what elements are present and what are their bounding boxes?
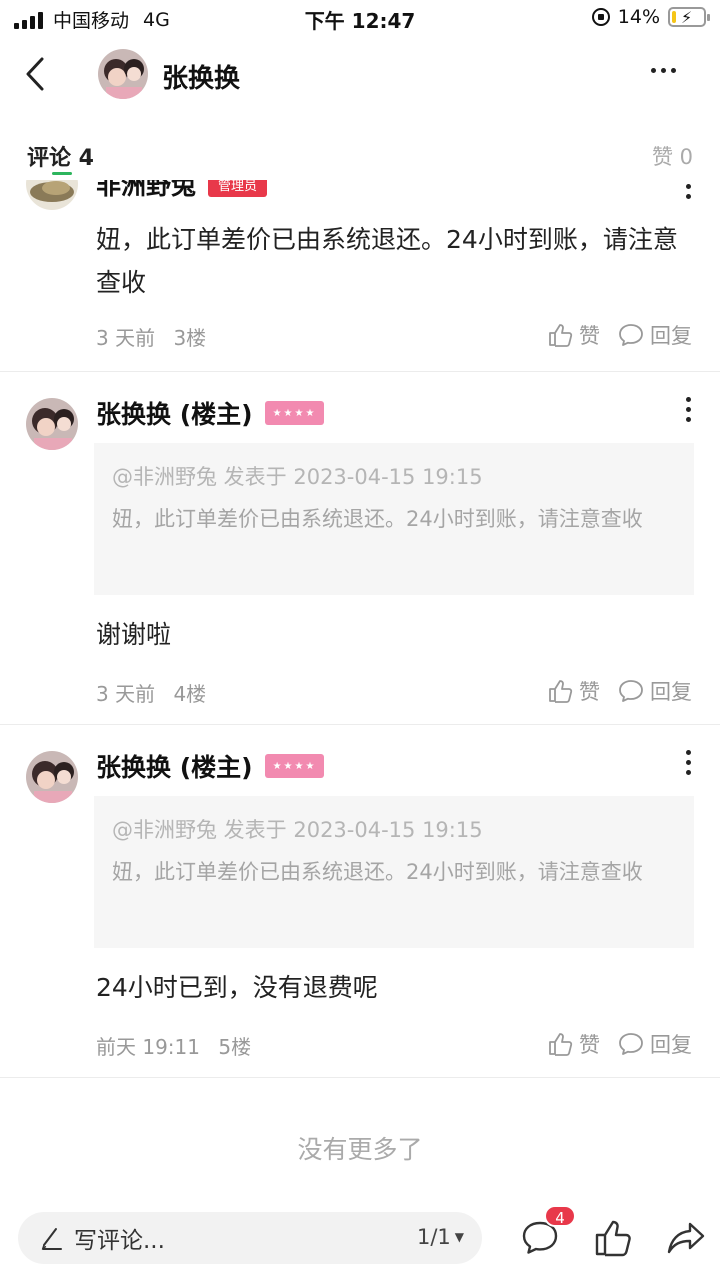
- like-label: 赞: [579, 324, 600, 348]
- quote-text: 妞，此订单差价已由系统退还。24小时到账，请注意查收: [112, 507, 643, 531]
- quoted-comment[interactable]: @非洲野兔 发表于 2023-04-15 19:15 妞，此订单差价已由系统退还…: [94, 443, 694, 595]
- comment-floor: 5楼: [218, 1035, 252, 1059]
- comment-text: 妞，此订单差价已由系统退还。24小时到账，请注意查收: [96, 225, 678, 297]
- more-options-button[interactable]: [651, 68, 676, 73]
- orientation-lock-icon: [591, 8, 610, 26]
- role-badge: 管理员: [208, 180, 268, 197]
- comment-floor: 4楼: [173, 682, 207, 706]
- like-button[interactable]: 赞: [547, 1029, 600, 1059]
- comment-more-button[interactable]: [686, 397, 692, 422]
- quote-meta: @非洲野兔 发表于 2023-04-15 19:15: [112, 465, 483, 489]
- comment-list[interactable]: 非洲野兔 管理员 妞，此订单差价已由系统退还。24小时到账，请注意查收 3 天前…: [0, 180, 720, 1195]
- reply-button[interactable]: 回复: [618, 676, 692, 706]
- thumbs-up-icon: [549, 1033, 573, 1056]
- top-nav: 张换换: [0, 38, 720, 110]
- status-bar: 中国移动 4G 下午 12:47 14% ⚡: [0, 0, 720, 38]
- page-title: 张换换: [162, 64, 241, 94]
- commenter-avatar[interactable]: [26, 398, 78, 450]
- reply-bubble-icon: [619, 324, 643, 346]
- comment-item: 非洲野兔 管理员 妞，此订单差价已由系统退还。24小时到账，请注意查收 3 天前…: [0, 180, 720, 372]
- tab-likes[interactable]: 赞 0: [652, 141, 693, 171]
- bottom-bar: 写评论... 1/1 ▼: [0, 1200, 720, 1280]
- quote-meta: @非洲野兔 发表于 2023-04-15 19:15: [112, 818, 483, 842]
- commenter-avatar[interactable]: [26, 180, 78, 210]
- battery-icon: ⚡: [668, 7, 710, 27]
- thumbs-up-icon: [549, 680, 573, 703]
- comment-text: 24小时已到，没有退费呢: [96, 973, 378, 1002]
- share-button[interactable]: [662, 1214, 710, 1262]
- tab-comments[interactable]: 评论 4: [27, 140, 94, 172]
- like-post-button[interactable]: [589, 1214, 637, 1262]
- end-of-list-text: 没有更多了: [297, 1135, 423, 1164]
- reply-button[interactable]: 回复: [618, 320, 692, 350]
- reply-bubble-icon: [619, 1033, 643, 1055]
- comment-input[interactable]: 写评论... 1/1 ▼: [18, 1212, 482, 1264]
- tab-indicator: [52, 172, 72, 175]
- thumbs-up-icon: [595, 1220, 631, 1257]
- comment-time: 3 天前: [96, 682, 156, 706]
- comment-text: 谢谢啦: [96, 620, 172, 649]
- reply-button[interactable]: 回复: [618, 1029, 692, 1059]
- comment-meta: 3 天前 3楼: [96, 322, 206, 351]
- quote-text: 妞，此订单差价已由系统退还。24小时到账，请注意查收: [112, 860, 643, 884]
- level-badge: ★★★★: [264, 401, 325, 425]
- comment-item: 张换换 (楼主) ★★★★ @非洲野兔 发表于 2023-04-15 19:15…: [0, 726, 720, 1078]
- comment-more-button[interactable]: [686, 750, 692, 775]
- comment-meta: 3 天前 4楼: [96, 678, 206, 707]
- battery-percent: 14%: [617, 6, 660, 28]
- tab-bar: 评论 4 赞 0: [0, 128, 720, 180]
- page-number: 1/1: [416, 1225, 451, 1249]
- comment-more-button[interactable]: [686, 180, 692, 199]
- comment-author[interactable]: 张换换 (楼主): [96, 395, 253, 431]
- like-button[interactable]: 赞: [547, 676, 600, 706]
- comment-author[interactable]: 张换换 (楼主): [96, 748, 253, 784]
- comment-time: 前天 19:11: [96, 1035, 200, 1059]
- like-label: 赞: [579, 1033, 600, 1057]
- comment-input-placeholder: 写评论...: [74, 1228, 165, 1254]
- comment-meta: 前天 19:11 5楼: [96, 1031, 251, 1060]
- pen-icon: [41, 1228, 62, 1250]
- back-button[interactable]: [24, 54, 58, 94]
- like-label: 赞: [579, 680, 600, 704]
- comment-author[interactable]: 非洲野兔: [96, 180, 196, 202]
- author-avatar[interactable]: [98, 49, 148, 99]
- level-badge: ★★★★: [264, 754, 325, 778]
- page-selector[interactable]: 1/1 ▼: [417, 1225, 464, 1249]
- share-arrow-icon: [667, 1222, 705, 1254]
- comment-item: 张换换 (楼主) ★★★★ @非洲野兔 发表于 2023-04-15 19:15…: [0, 373, 720, 725]
- back-chevron-icon: [26, 57, 44, 91]
- reply-label: 回复: [650, 324, 692, 348]
- reply-label: 回复: [650, 680, 692, 704]
- comment-time: 3 天前: [96, 326, 156, 350]
- comment-count-badge: 4: [544, 1205, 576, 1227]
- comment-floor: 3楼: [173, 326, 207, 350]
- caret-down-icon: ▼: [454, 1230, 464, 1244]
- commenter-avatar[interactable]: [26, 751, 78, 803]
- quoted-comment[interactable]: @非洲野兔 发表于 2023-04-15 19:15 妞，此订单差价已由系统退还…: [94, 796, 694, 948]
- reply-label: 回复: [650, 1033, 692, 1057]
- like-button[interactable]: 赞: [547, 320, 600, 350]
- reply-bubble-icon: [619, 680, 643, 702]
- thumbs-up-icon: [549, 324, 573, 347]
